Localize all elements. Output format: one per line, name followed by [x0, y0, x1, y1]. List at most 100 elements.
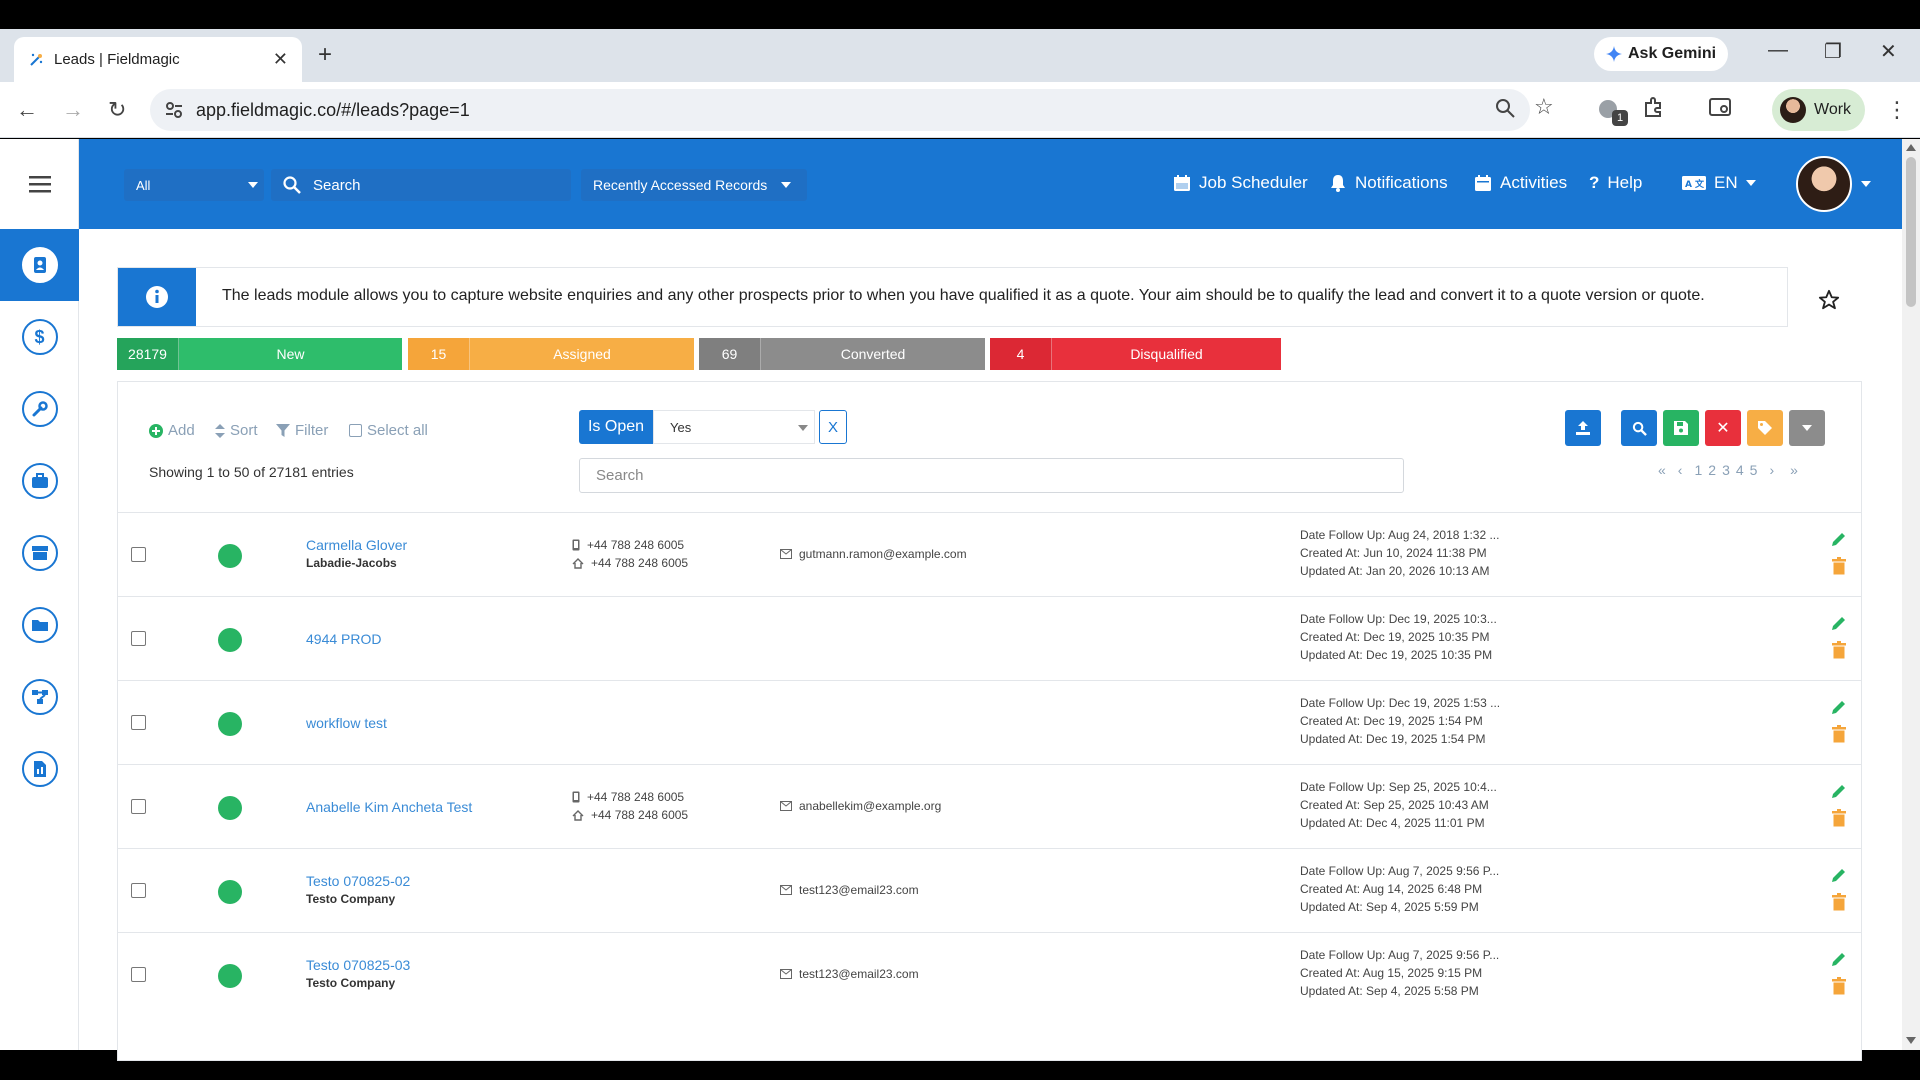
- page-scrollbar[interactable]: [1902, 139, 1920, 1050]
- status-filter-assigned[interactable]: 15 Assigned: [408, 338, 694, 370]
- filter-clear-button[interactable]: X: [819, 410, 847, 444]
- page-2[interactable]: 2: [1708, 462, 1716, 478]
- table-row[interactable]: Testo 070825-02 Testo Company test123@em…: [118, 848, 1861, 932]
- language-selector[interactable]: A文 EN: [1682, 173, 1756, 193]
- edit-pencil-icon[interactable]: [1830, 530, 1848, 548]
- reload-icon[interactable]: ↻: [108, 97, 126, 123]
- status-filter-new[interactable]: 28179 New: [117, 338, 402, 370]
- site-settings-icon[interactable]: [164, 100, 184, 120]
- scroll-thumb[interactable]: [1906, 157, 1916, 307]
- sidebar-item-workflows[interactable]: [0, 661, 79, 733]
- hamburger-menu-icon[interactable]: [0, 139, 79, 229]
- export-button[interactable]: [1565, 410, 1601, 446]
- bookmark-star-icon[interactable]: ☆: [1534, 94, 1554, 120]
- delete-trash-icon[interactable]: [1831, 977, 1847, 995]
- list-search-input[interactable]: Search: [579, 458, 1404, 493]
- page-3[interactable]: 3: [1722, 462, 1730, 478]
- edit-pencil-icon[interactable]: [1830, 866, 1848, 884]
- chevron-down-icon[interactable]: [1861, 181, 1871, 187]
- lead-name-link[interactable]: Carmella Glover: [306, 537, 407, 553]
- window-close-icon[interactable]: ✕: [1880, 39, 1897, 64]
- first-page-icon[interactable]: «: [1658, 462, 1666, 478]
- scroll-down-icon[interactable]: [1906, 1037, 1916, 1044]
- row-checkbox[interactable]: [131, 715, 146, 730]
- next-page-icon[interactable]: ›: [1769, 462, 1774, 478]
- global-search-input[interactable]: Search: [271, 169, 571, 201]
- notifications-link[interactable]: Notifications: [1329, 173, 1448, 193]
- sidebar-item-contacts[interactable]: [0, 229, 79, 301]
- sidebar-item-folders[interactable]: [0, 589, 79, 661]
- scroll-up-icon[interactable]: [1906, 144, 1916, 151]
- sidebar-item-jobs[interactable]: [0, 373, 79, 445]
- table-row[interactable]: workflow test Date Follow Up: Dec 19, 20…: [118, 680, 1861, 764]
- page-5[interactable]: 5: [1750, 462, 1758, 478]
- lead-name-link[interactable]: workflow test: [306, 715, 387, 731]
- edit-pencil-icon[interactable]: [1830, 698, 1848, 716]
- filter-value-select[interactable]: Yes: [653, 410, 815, 444]
- help-link[interactable]: ? Help: [1589, 173, 1642, 193]
- table-row[interactable]: 4944 PROD Date Follow Up: Dec 19, 2025 1…: [118, 596, 1861, 680]
- profile-work-button[interactable]: Work: [1772, 89, 1866, 131]
- back-icon[interactable]: ←: [16, 97, 38, 123]
- filter-chip-is-open[interactable]: Is Open: [579, 410, 653, 444]
- new-tab-icon[interactable]: +: [318, 41, 332, 69]
- activities-link[interactable]: Activities: [1474, 173, 1567, 193]
- lead-name-link[interactable]: 4944 PROD: [306, 631, 381, 647]
- tab-close-icon[interactable]: ✕: [273, 49, 288, 70]
- puzzle-extensions-icon[interactable]: [1642, 97, 1664, 119]
- table-row[interactable]: Carmella Glover Labadie-Jacobs +44 788 2…: [118, 512, 1861, 596]
- select-all-checkbox[interactable]: Select all: [349, 422, 428, 439]
- delete-trash-icon[interactable]: [1831, 641, 1847, 659]
- sidebar-item-assets[interactable]: [0, 445, 79, 517]
- forward-icon[interactable]: →: [62, 97, 84, 123]
- advanced-search-button[interactable]: [1621, 410, 1657, 446]
- lead-name-link[interactable]: Testo 070825-02: [306, 873, 410, 889]
- edit-pencil-icon[interactable]: [1830, 614, 1848, 632]
- url-input[interactable]: app.fieldmagic.co/#/leads?page=1: [150, 89, 1530, 131]
- prev-page-icon[interactable]: ‹: [1678, 462, 1683, 478]
- sidebar-item-sales[interactable]: $: [0, 301, 79, 373]
- lead-name-link[interactable]: Testo 070825-03: [306, 957, 410, 973]
- save-filter-button[interactable]: [1663, 410, 1699, 446]
- browser-tab-leads[interactable]: Leads | Fieldmagic ✕: [14, 37, 302, 82]
- recently-accessed-select[interactable]: Recently Accessed Records: [581, 169, 807, 201]
- sort-button[interactable]: Sort: [215, 422, 258, 439]
- filter-button[interactable]: Filter: [276, 422, 328, 439]
- last-page-icon[interactable]: »: [1790, 462, 1798, 478]
- favorite-star-icon[interactable]: [1818, 289, 1840, 311]
- delete-trash-icon[interactable]: [1831, 557, 1847, 575]
- sidebar-item-inventory[interactable]: [0, 517, 79, 589]
- browser-menu-icon[interactable]: ⋮: [1886, 97, 1908, 123]
- filter-label: Filter: [295, 422, 329, 439]
- row-checkbox[interactable]: [131, 883, 146, 898]
- side-panel-icon[interactable]: [1708, 97, 1732, 119]
- remove-filter-button[interactable]: ✕: [1705, 410, 1741, 446]
- delete-trash-icon[interactable]: [1831, 809, 1847, 827]
- more-actions-button[interactable]: [1789, 410, 1825, 446]
- restore-icon[interactable]: ❐: [1824, 39, 1842, 64]
- minimize-icon[interactable]: —: [1768, 39, 1788, 62]
- table-row[interactable]: Testo 070825-03 Testo Company test123@em…: [118, 932, 1861, 1016]
- job-scheduler-link[interactable]: Job Scheduler: [1173, 173, 1308, 193]
- tag-button[interactable]: [1747, 410, 1783, 446]
- user-avatar[interactable]: [1796, 156, 1852, 212]
- row-checkbox[interactable]: [131, 967, 146, 982]
- delete-trash-icon[interactable]: [1831, 893, 1847, 911]
- page-4[interactable]: 4: [1736, 462, 1744, 478]
- sidebar-item-reports[interactable]: [0, 733, 79, 805]
- ask-gemini-button[interactable]: Ask Gemini: [1594, 37, 1729, 71]
- row-checkbox[interactable]: [131, 799, 146, 814]
- page-1[interactable]: 1: [1694, 462, 1702, 478]
- status-filter-disqualified[interactable]: 4 Disqualified: [990, 338, 1281, 370]
- lead-name-link[interactable]: Anabelle Kim Ancheta Test: [306, 799, 472, 815]
- zoom-icon[interactable]: [1494, 97, 1516, 119]
- delete-trash-icon[interactable]: [1831, 725, 1847, 743]
- row-checkbox[interactable]: [131, 547, 146, 562]
- add-button[interactable]: Add: [149, 422, 195, 439]
- module-scope-select[interactable]: All: [124, 169, 264, 201]
- status-filter-converted[interactable]: 69 Converted: [699, 338, 985, 370]
- row-checkbox[interactable]: [131, 631, 146, 646]
- edit-pencil-icon[interactable]: [1830, 782, 1848, 800]
- table-row[interactable]: Anabelle Kim Ancheta Test +44 788 248 60…: [118, 764, 1861, 848]
- edit-pencil-icon[interactable]: [1830, 950, 1848, 968]
